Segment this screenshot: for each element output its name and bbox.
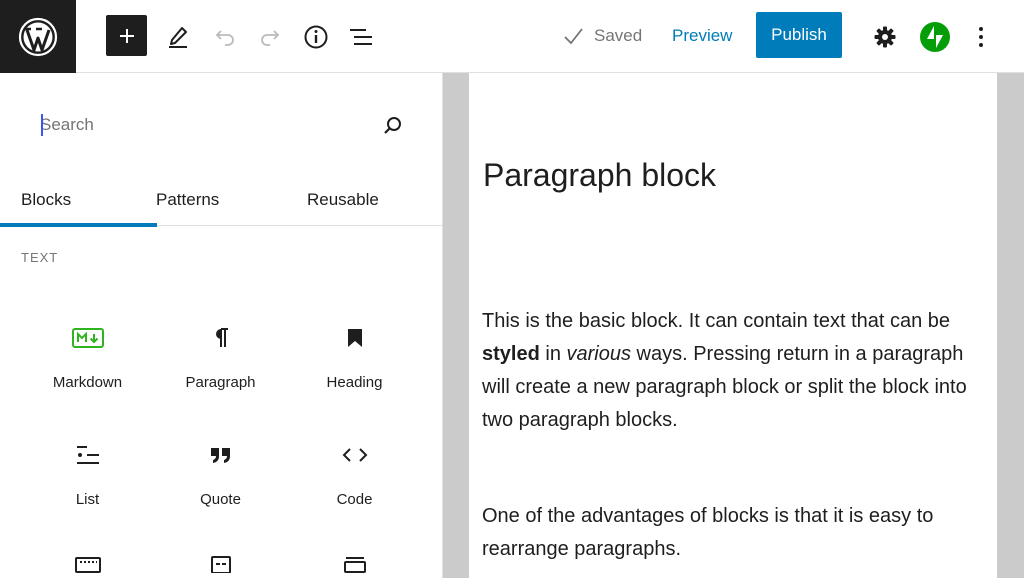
tab-blocks-label: Blocks	[21, 189, 72, 209]
more-options-button[interactable]	[961, 17, 1001, 57]
block-search	[28, 105, 418, 145]
block-heading-label: Heading	[326, 374, 383, 391]
kebab-icon	[979, 27, 983, 47]
editor-canvas: Paragraph block This is the basic block.…	[443, 73, 1024, 578]
preview-button[interactable]: Preview	[664, 22, 740, 50]
inserter-tabs: Blocks Patterns Reusable	[0, 173, 443, 227]
block-pullquote[interactable]	[154, 555, 287, 578]
para1-text-a: This is the basic block. It can contain …	[482, 310, 951, 332]
saved-label: Saved	[594, 26, 643, 45]
block-quote[interactable]: Quote	[154, 435, 287, 535]
para1-bold: styled	[482, 343, 540, 365]
info-icon	[304, 25, 328, 49]
block-verse[interactable]	[288, 555, 421, 578]
paragraph-block-2[interactable]: One of the advantages of blocks is that …	[482, 500, 987, 566]
quote-icon	[210, 448, 230, 463]
markdown-icon	[71, 328, 104, 348]
tab-patterns[interactable]: Patterns	[156, 173, 219, 226]
check-icon	[564, 28, 583, 45]
editor-header: Saved Preview Publish	[0, 0, 1024, 73]
gear-icon	[874, 26, 896, 48]
active-tab-indicator	[0, 223, 136, 227]
wordpress-logo-icon	[18, 17, 58, 56]
block-paragraph[interactable]: Paragraph	[154, 318, 287, 418]
block-inserter-panel: Blocks Patterns Reusable TEXT Markdown	[0, 73, 443, 578]
redo-button[interactable]	[250, 17, 290, 57]
saved-state: Saved	[562, 22, 642, 50]
keyboard-icon	[74, 557, 101, 573]
list-view-icon	[350, 29, 372, 45]
bookmark-icon	[347, 329, 362, 347]
tab-reusable[interactable]: Reusable	[307, 173, 379, 226]
block-list-label: List	[75, 491, 100, 508]
block-code-label: Code	[336, 491, 373, 508]
jetpack-button[interactable]	[915, 17, 955, 57]
block-quote-label: Quote	[200, 491, 241, 508]
list-view-button[interactable]	[341, 17, 381, 57]
settings-button[interactable]	[865, 17, 905, 57]
block-search-input[interactable]	[28, 115, 358, 135]
wordpress-logo-button[interactable]	[0, 0, 76, 73]
pullquote-icon	[210, 556, 231, 573]
text-cursor	[41, 114, 43, 136]
block-preformatted[interactable]	[21, 555, 154, 578]
table-icon	[343, 557, 366, 573]
code-icon	[342, 448, 367, 462]
block-markdown[interactable]: Markdown	[21, 318, 154, 418]
search-icon	[384, 117, 401, 134]
plus-icon	[119, 28, 134, 43]
publish-button[interactable]: Publish	[756, 12, 842, 58]
block-code[interactable]: Code	[288, 435, 421, 535]
paragraph-block-1[interactable]: This is the basic block. It can contain …	[482, 305, 987, 437]
category-heading: TEXT	[21, 250, 59, 265]
pilcrow-icon	[215, 328, 228, 347]
block-heading[interactable]: Heading	[288, 318, 421, 418]
details-button[interactable]	[296, 17, 336, 57]
para1-italic: various	[566, 343, 631, 365]
jetpack-icon	[920, 22, 950, 52]
block-list[interactable]: List	[21, 435, 154, 535]
list-icon	[76, 446, 99, 464]
tab-blocks[interactable]: Blocks	[21, 173, 158, 227]
undo-icon	[215, 30, 234, 46]
add-block-button[interactable]	[106, 15, 147, 56]
pencil-icon	[169, 27, 187, 48]
post-title[interactable]: Paragraph block	[483, 157, 716, 194]
tab-reusable-label: Reusable	[307, 189, 379, 209]
redo-icon	[261, 30, 280, 46]
editor-page: Paragraph block This is the basic block.…	[469, 73, 997, 578]
undo-button[interactable]	[205, 17, 245, 57]
block-paragraph-label: Paragraph	[185, 374, 256, 391]
block-markdown-label: Markdown	[52, 374, 123, 391]
tools-button[interactable]	[158, 17, 198, 57]
para1-text-c: in	[539, 343, 567, 365]
tab-patterns-label: Patterns	[156, 189, 220, 209]
